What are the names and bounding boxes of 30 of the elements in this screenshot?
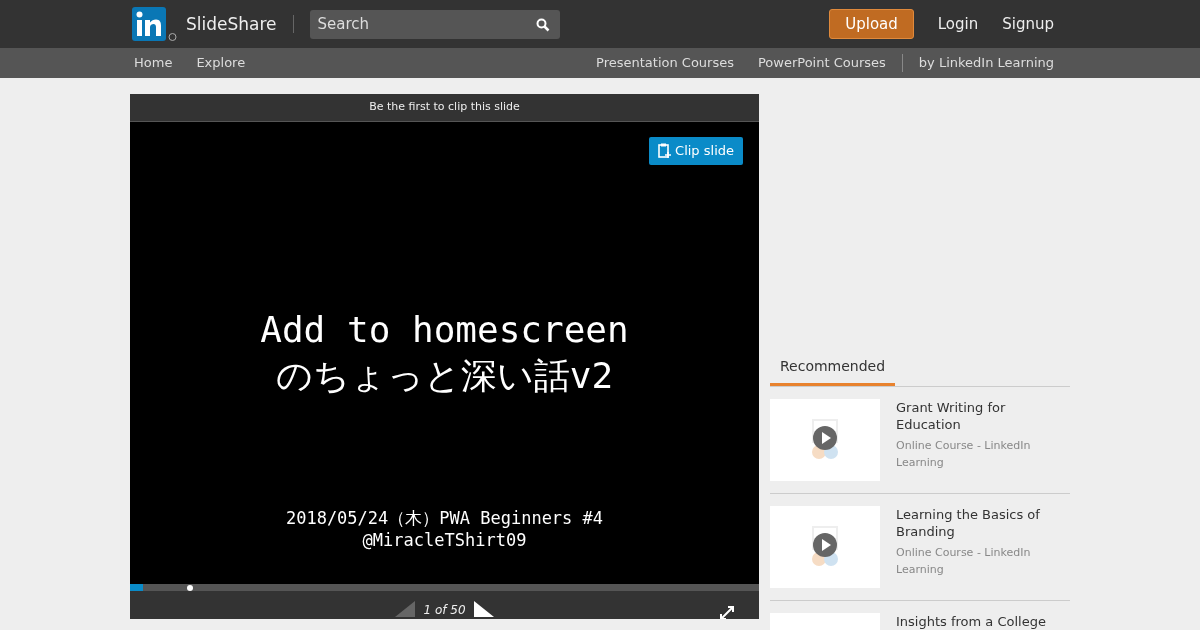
course-link[interactable]: Presentation Courses [596, 53, 734, 73]
course-type: Online Course - LinkedIn Learning [896, 438, 1032, 471]
signup-link[interactable]: Signup [1002, 12, 1054, 36]
course-thumbnail[interactable] [770, 399, 880, 481]
brand-name[interactable]: SlideShare [186, 15, 294, 33]
slide-title: Add to homescreen [260, 308, 629, 352]
slide-counter: 1 of 50 [423, 603, 466, 617]
clip-prompt: Be the first to clip this slide [369, 99, 520, 116]
course-link[interactable]: PowerPoint Courses [758, 53, 886, 73]
slide-subtitle: @MiracleTShirt09 [361, 529, 528, 551]
nav-link-item[interactable]: Home [134, 53, 173, 73]
learning-link[interactable]: by LinkedIn Learning [918, 53, 1054, 73]
recommended-tab[interactable]: Recommended [770, 356, 896, 386]
search-field[interactable]: Search [309, 9, 560, 39]
login-link[interactable]: Login [937, 12, 979, 36]
upload-button[interactable]: Upload [829, 8, 914, 40]
course-title[interactable]: Grant Writing for Education [896, 399, 1066, 433]
fullscreen-icon[interactable] [719, 605, 735, 619]
nav-link-item[interactable]: Explore [196, 53, 246, 73]
course-title[interactable]: Learning the Basics of Branding [896, 506, 1066, 540]
slide-title: のちょっと深い話v2 [274, 354, 615, 398]
course-type: Online Course - LinkedIn Learning [896, 545, 1032, 578]
course-title[interactable]: Insights from a College [896, 613, 1066, 630]
clipboard-icon [658, 143, 672, 159]
course-thumbnail[interactable] [770, 506, 880, 588]
logo-icon[interactable] [130, 5, 178, 43]
search-icon[interactable] [535, 17, 550, 32]
next-icon[interactable] [473, 601, 494, 617]
slide-subtitle: 2018/05/24（木）PWA Beginners #4 [285, 507, 604, 529]
clip-button[interactable]: Clip slide [649, 137, 743, 165]
